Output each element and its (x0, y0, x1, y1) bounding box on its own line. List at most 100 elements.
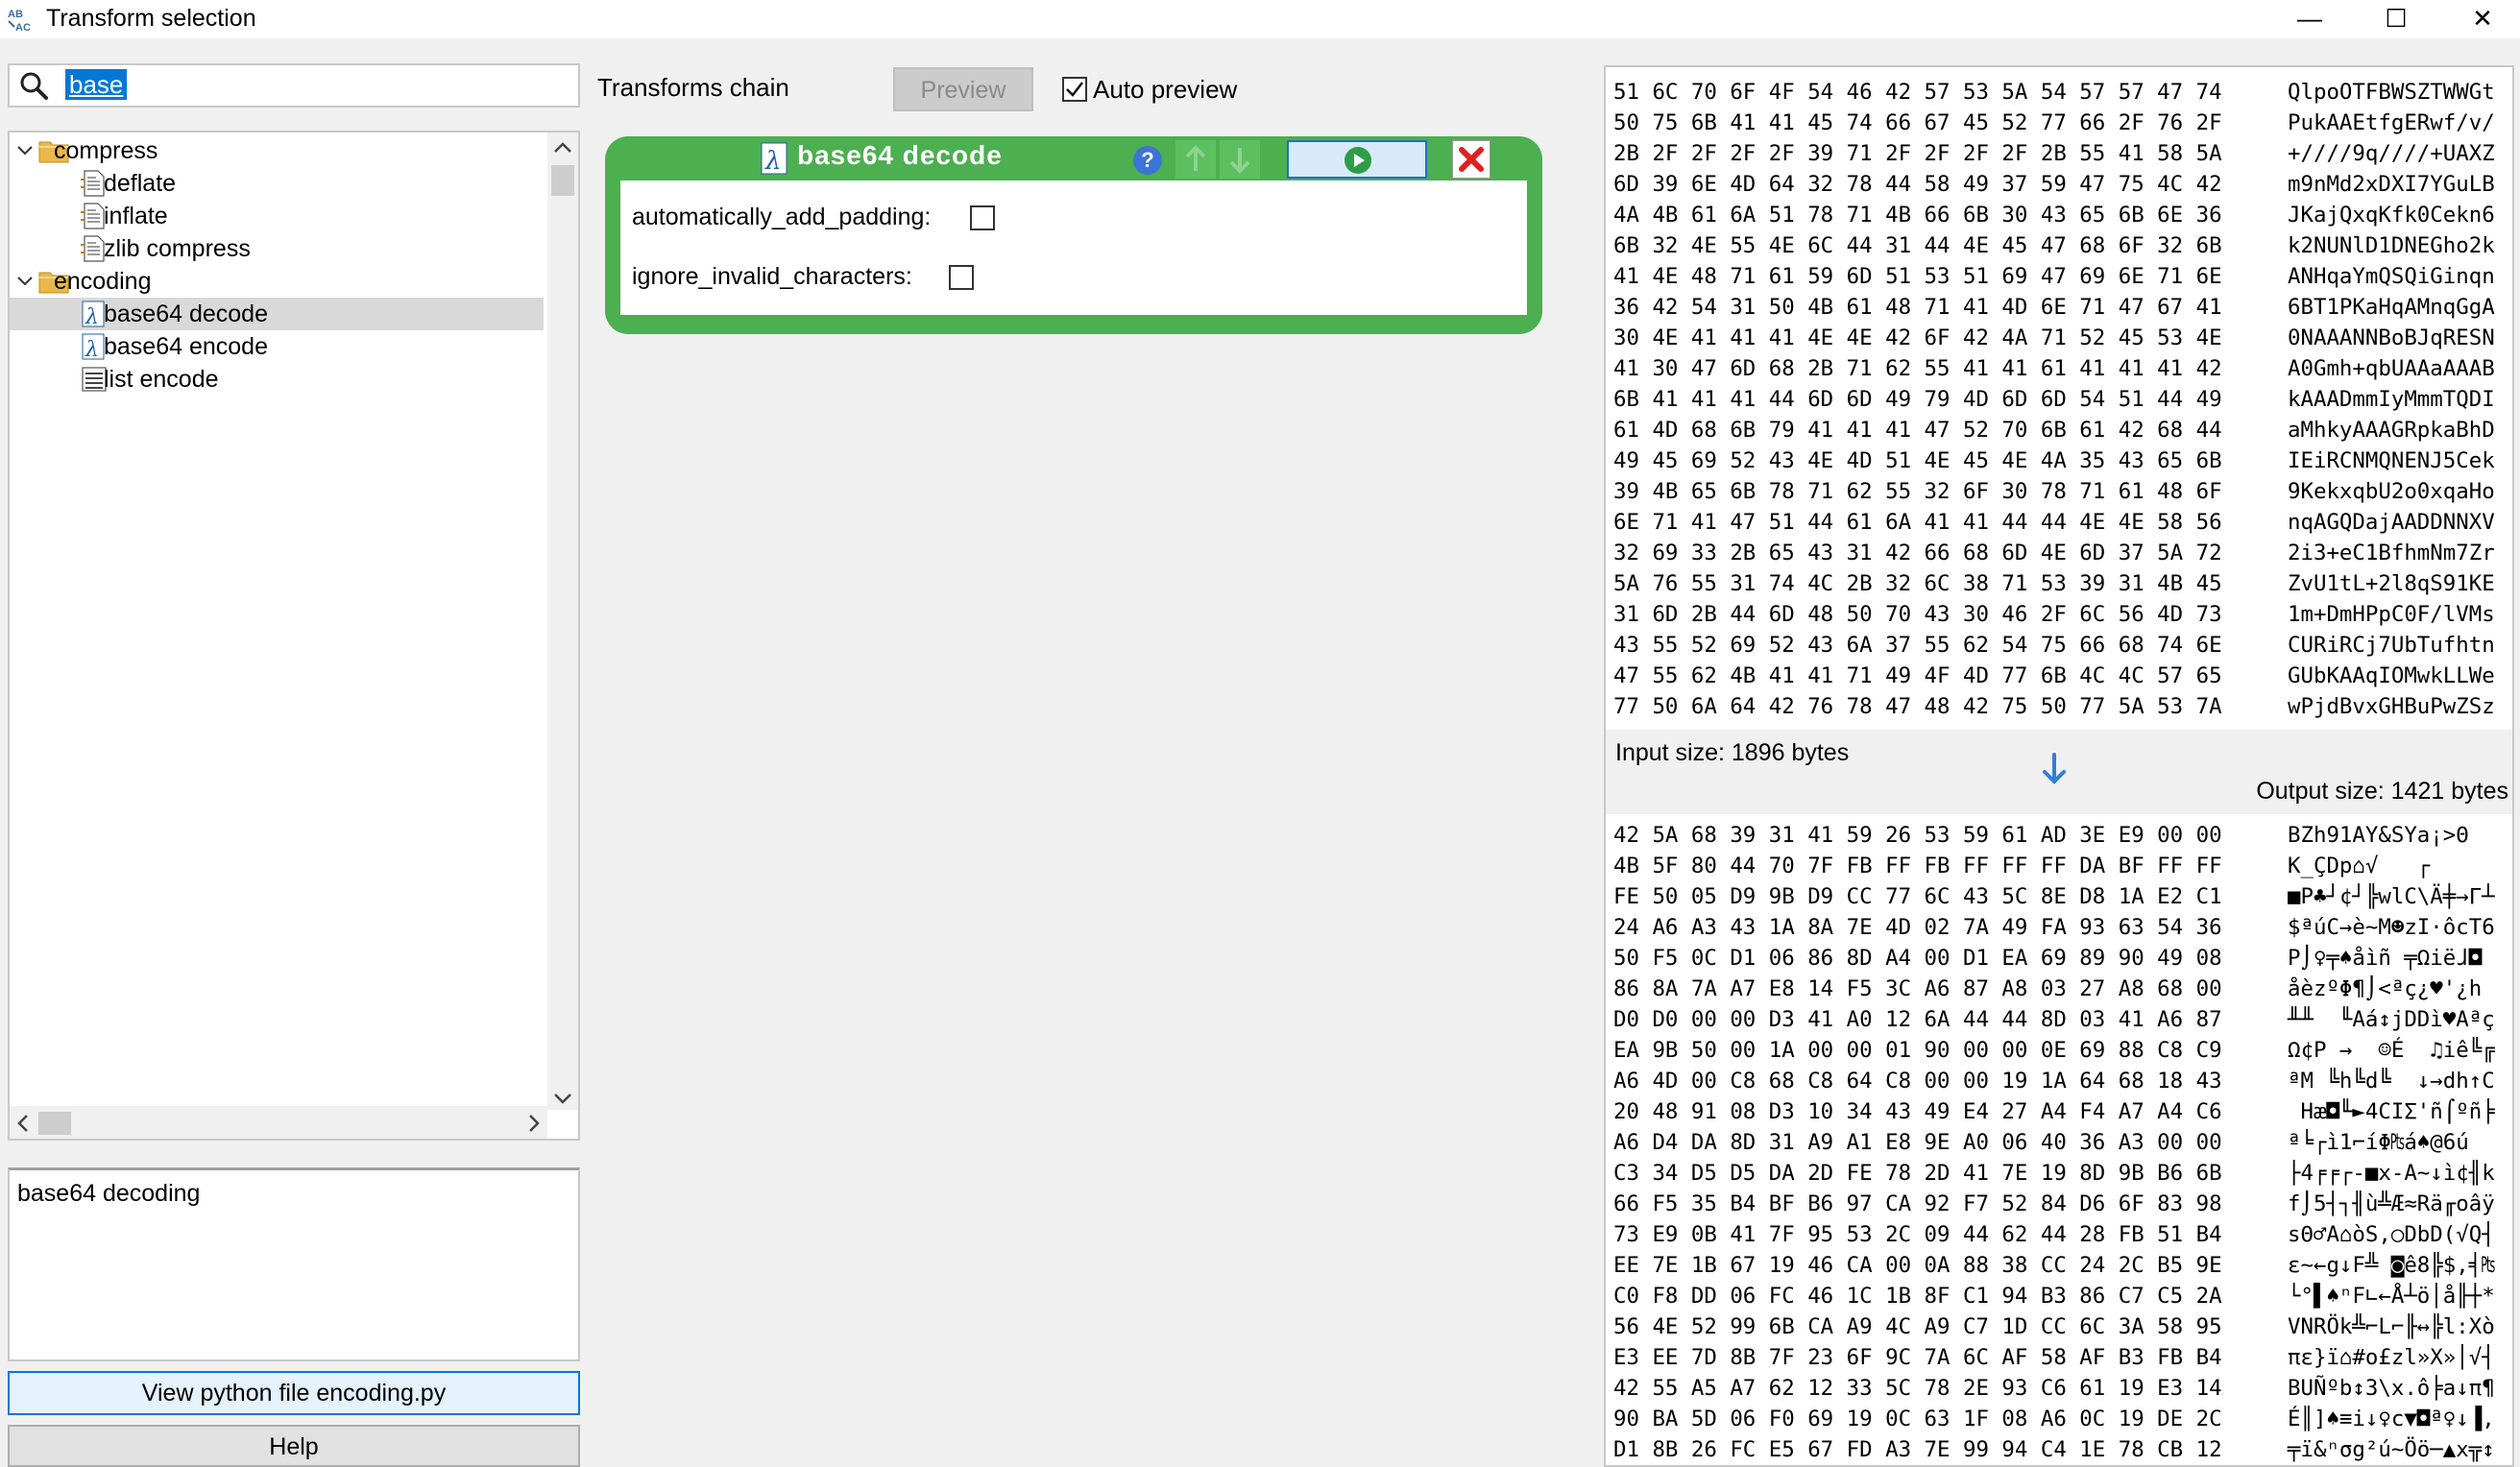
hex-ascii-line: 6BT1PKaHqAMnqGgA (2288, 295, 2495, 320)
tree-item[interactable]: λ base64 encode (10, 330, 544, 363)
hex-bytes-line: 66 F5 35 B4 BF B6 97 CA 92 F7 52 84 D6 6… (1613, 1191, 2222, 1216)
hex-ascii-line: ■P♣┘¢┘╠wlC\Ä╪→Γ┴ (2288, 884, 2495, 909)
hex-bytes-line: 4A 4B 61 6A 51 78 71 4B 66 6B 30 43 65 6… (1613, 203, 2222, 228)
hex-ascii-line: 0NAAANNBoBJqRESN (2288, 325, 2495, 350)
maximize-button[interactable]: ☐ (2353, 0, 2439, 38)
hex-bytes-line: 5A 76 55 31 74 4C 2B 32 6C 38 71 53 39 3… (1613, 571, 2222, 596)
svg-text:AC: AC (15, 22, 31, 33)
ignore-invalid-characters-checkbox[interactable] (949, 265, 974, 290)
description-text: base64 decoding (17, 1180, 201, 1207)
chevron-down-icon[interactable] (13, 265, 36, 298)
hex-bytes-line: 90 BA 5D 06 F0 69 19 0C 63 1F 08 A6 0C 1… (1613, 1407, 2222, 1431)
close-window-button[interactable]: ✕ (2439, 0, 2520, 38)
hex-ascii-line: CURiRCj7UbTufhtn (2288, 633, 2495, 658)
play-icon (1345, 147, 1371, 174)
hex-bytes-line: 61 4D 68 6B 79 41 41 41 47 52 70 6B 61 4… (1613, 418, 2222, 443)
tree-item-label: list encode (104, 366, 219, 393)
run-transform-button[interactable] (1287, 140, 1427, 179)
scroll-up-icon[interactable] (551, 138, 574, 157)
hex-bytes-line: FE 50 05 D9 9B D9 CC 77 6C 43 5C 8E D8 1… (1613, 884, 2222, 909)
hex-ascii-line: Hæ◘╙►4CIΣ'ñ⌠ºñ╞ (2288, 1099, 2495, 1124)
hex-ascii-line: K_ÇDp⌂√ ┌ (2288, 854, 2431, 878)
hex-ascii-line: nqAGQDajAADDNNXV (2288, 510, 2495, 535)
tree-item[interactable]: deflate (10, 167, 544, 200)
auto-preview-checkbox[interactable] (1062, 77, 1087, 102)
tree-item-label: deflate (104, 170, 177, 197)
scroll-right-icon[interactable] (522, 1112, 544, 1135)
hex-ascii-line: QlpoOTFBWSZTWWGt (2288, 80, 2495, 105)
hex-ascii-line: ZvU1tL+2l8qS91KE (2288, 571, 2495, 596)
hex-bytes-line: 50 75 6B 41 41 45 74 66 67 45 52 77 66 2… (1613, 110, 2222, 135)
hex-bytes-line: EE 7E 1B 67 19 46 CA 00 0A 88 38 CC 24 2… (1613, 1253, 2222, 1278)
hex-bytes-line: 6B 32 4E 55 4E 6C 44 31 44 4E 45 47 68 6… (1613, 233, 2222, 258)
window-title: Transform selection (46, 5, 256, 32)
param-label-ignore-invalid: ignore_invalid_characters: (632, 263, 912, 290)
hex-bytes-line: 6D 39 6E 4D 64 32 78 44 58 49 37 59 47 7… (1613, 172, 2222, 197)
hex-bytes-line: 42 55 A5 A7 62 12 33 5C 78 2E 93 C6 61 1… (1613, 1376, 2222, 1401)
hex-ascii-line: GUbKAAqIOMwkLLWe (2288, 663, 2495, 688)
tree-item[interactable]: compress (10, 134, 544, 167)
scroll-left-icon[interactable] (13, 1112, 35, 1135)
svg-text:λ: λ (85, 338, 99, 360)
hex-bytes-line: D1 8B 26 FC E5 67 FD A3 7E 99 94 C4 1E 7… (1613, 1437, 2222, 1462)
hex-bytes-line: 50 F5 0C D1 06 86 8D A4 00 D1 EA 69 89 9… (1613, 946, 2222, 971)
tree-item[interactable]: encoding (10, 265, 544, 298)
tree-item[interactable]: λ base64 decode (10, 298, 544, 330)
close-icon (1459, 147, 1484, 172)
search-input[interactable] (60, 71, 559, 100)
hex-ascii-line: A0Gmh+qbUAAaAAAB (2288, 356, 2495, 381)
vertical-scroll-thumb[interactable] (551, 165, 574, 196)
param-label-padding: automatically_add_padding: (632, 204, 932, 230)
hex-viewer[interactable]: 51 6C 70 6F 4F 54 46 42 57 53 5A 54 57 5… (1604, 65, 2514, 1467)
hex-ascii-line: ├4╒╒┌-■x-A~↓ì¢╢k (2288, 1161, 2495, 1186)
hex-bytes-line: 30 4E 41 41 41 4E 4E 42 6F 42 4A 71 52 4… (1613, 325, 2222, 350)
input-size-label: Input size: 1896 bytes (1615, 739, 1850, 766)
description-box: base64 decoding (8, 1167, 580, 1361)
hex-ascii-line: VNRÖk╩⌐L⌐╟↔╠l:Xò (2288, 1314, 2495, 1339)
svg-text:λ: λ (85, 305, 99, 327)
hex-bytes-line: 31 6D 2B 44 6D 48 50 70 43 30 46 2F 6C 5… (1613, 602, 2222, 627)
view-python-file-button[interactable]: View python file encoding.py (8, 1371, 580, 1415)
chevron-down-icon[interactable] (13, 134, 36, 167)
hex-bytes-line: 51 6C 70 6F 4F 54 46 42 57 53 5A 54 57 5… (1613, 80, 2222, 105)
tree-item[interactable]: zlib compress (10, 232, 544, 265)
horizontal-scrollbar[interactable] (10, 1106, 547, 1139)
move-up-button[interactable] (1175, 140, 1216, 179)
hex-bytes-line: 49 45 69 52 43 4E 4D 51 4E 45 4E 4A 35 4… (1613, 448, 2222, 473)
preview-button[interactable]: Preview (893, 67, 1033, 111)
hex-bytes-line: 77 50 6A 64 42 76 78 47 48 42 75 50 77 5… (1613, 694, 2222, 719)
tree-item[interactable]: inflate (10, 200, 544, 232)
hex-bytes-line: 6B 41 41 41 44 6D 6D 49 79 4D 6D 6D 54 5… (1613, 387, 2222, 412)
transform-help-icon[interactable]: ? (1133, 146, 1162, 175)
hex-ascii-line: ª╘┌ì1⌐íΦ₧á♠@6ú (2288, 1130, 2469, 1155)
hex-bytes-line: 42 5A 68 39 31 41 59 26 53 59 61 AD 3E E… (1613, 823, 2222, 848)
horizontal-scroll-thumb[interactable] (38, 1112, 71, 1135)
hex-ascii-line: 1m+DmHPpC0F/lVMs (2288, 602, 2495, 627)
move-down-button[interactable] (1220, 140, 1260, 179)
hex-bytes-line: A6 4D 00 C8 68 C8 64 C8 00 00 19 1A 64 6… (1613, 1069, 2222, 1094)
hex-ascii-line: sΘ♂A⌂òS,○DbD(√Q┤ (2288, 1222, 2495, 1247)
hex-ascii-line: ANHqaYmQSQiGinqn (2288, 264, 2495, 289)
hex-bytes-line: C0 F8 DD 06 FC 46 1C 1B 8F C1 94 B3 86 C… (1613, 1284, 2222, 1309)
arrow-down-icon (1229, 148, 1250, 174)
svg-text:AB: AB (8, 9, 23, 20)
vertical-scrollbar[interactable] (547, 132, 578, 1110)
minimize-button[interactable]: — (2266, 0, 2353, 38)
hex-ascii-line: åèzºΦ¶⌡<ªç¿♥'¿h (2288, 976, 2483, 1001)
help-button[interactable]: Help (8, 1425, 580, 1467)
hex-ascii-line: f⌡5┤┐╢ù╩Æ≈Rä╓oâÿ (2288, 1191, 2495, 1216)
automatically-add-padding-checkbox[interactable] (970, 205, 995, 230)
scroll-down-icon[interactable] (551, 1089, 574, 1108)
transform-title: base64 decode (797, 140, 1003, 170)
tree-item-label: encoding (54, 268, 152, 295)
hex-ascii-line: Ω¢P → ☺É ♫iê╚╔ (2288, 1038, 2495, 1063)
search-box[interactable]: base (8, 63, 580, 108)
remove-transform-button[interactable] (1452, 140, 1490, 179)
lambda-icon: λ (761, 142, 788, 175)
hex-ascii-line: aMhkyAAAGRpkaBhD (2288, 418, 2495, 443)
transforms-chain-label: Transforms chain (597, 73, 789, 102)
hex-bytes-line: 86 8A 7A A7 E8 14 F5 3C A6 87 A8 03 27 A… (1613, 976, 2222, 1001)
hex-ascii-line: JKajQxqKfk0Cekn6 (2288, 203, 2495, 228)
transform-tree[interactable]: compress deflate inflate zlib compress encod… (8, 131, 580, 1141)
tree-item[interactable]: list encode (10, 363, 544, 396)
